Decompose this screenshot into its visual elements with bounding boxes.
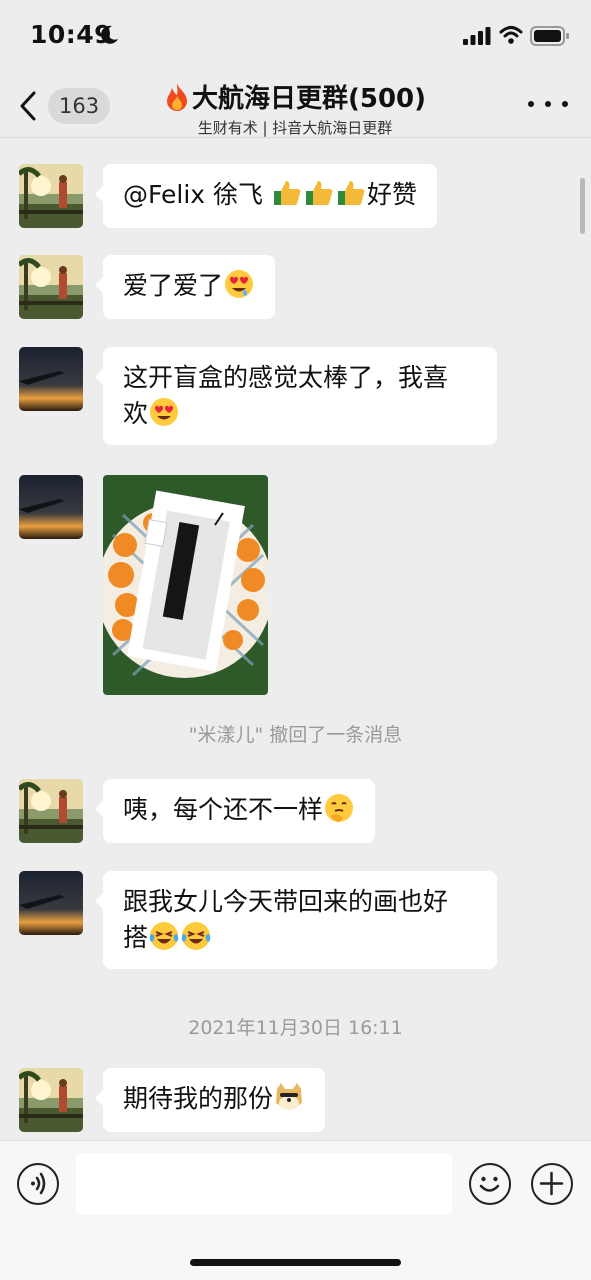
chat-title-text: 大航海日更群(500) bbox=[191, 84, 427, 114]
avatar-image bbox=[19, 779, 83, 843]
smiley-icon bbox=[479, 1176, 500, 1192]
avatar-sunset-woman[interactable] bbox=[19, 255, 83, 319]
chat-subtitle: 生财有术 | 抖音大航海日更群 bbox=[197, 118, 393, 137]
photo-content bbox=[103, 475, 268, 695]
chat-title: 大航海日更群(500) bbox=[164, 78, 426, 115]
more-actions-button[interactable] bbox=[531, 1163, 573, 1205]
avatar-image bbox=[19, 164, 83, 228]
voice-icon bbox=[31, 1172, 46, 1195]
signal-icon bbox=[463, 27, 491, 45]
avatar-airplane-sunset[interactable] bbox=[19, 871, 83, 935]
emoji-button[interactable] bbox=[469, 1163, 511, 1205]
wifi-icon bbox=[499, 26, 523, 44]
blind-box-photo[interactable] bbox=[103, 475, 268, 695]
doge-icon bbox=[276, 1083, 303, 1110]
chat-timestamp: 2021年11月30日 16:11 bbox=[188, 1017, 403, 1039]
home-indicator bbox=[190, 1259, 401, 1266]
thumbs-up-icon bbox=[273, 181, 301, 205]
laughing-tears-icon bbox=[149, 922, 179, 950]
message-text: 欢 bbox=[123, 399, 149, 428]
recall-notice: "米漾儿" 撤回了一条消息 bbox=[188, 724, 403, 746]
laughing-tears-icon bbox=[181, 922, 211, 950]
message-text: 爱了爱了 bbox=[123, 271, 224, 300]
message-text: 跟我女儿今天带回来的画也好 bbox=[123, 887, 449, 916]
status-bar: 10:49 bbox=[0, 0, 591, 72]
voice-input-button[interactable] bbox=[17, 1163, 59, 1205]
heart-eyes-drool-icon bbox=[225, 270, 254, 298]
unread-count-badge: 163 bbox=[48, 88, 111, 124]
message-text: 搭 bbox=[123, 923, 149, 952]
thumbs-up-icon bbox=[337, 181, 365, 205]
message-bubble[interactable]: 爱了爱了 bbox=[94, 255, 276, 319]
avatar-image bbox=[19, 475, 83, 539]
message-bubble[interactable]: 咦，每个还不一样 bbox=[94, 779, 376, 843]
back-button[interactable]: 163 bbox=[18, 84, 118, 128]
thumbs-up-icon bbox=[305, 181, 333, 205]
scroll-indicator bbox=[580, 178, 585, 234]
avatar-sunset-woman[interactable] bbox=[19, 164, 83, 228]
more-options-button[interactable] bbox=[528, 92, 568, 116]
message-bubble[interactable]: 跟我女儿今天带回来的画也好 搭 bbox=[95, 871, 497, 969]
message-bubble[interactable]: @Felix 徐飞 好赞 bbox=[95, 164, 437, 228]
moon-icon bbox=[101, 25, 118, 44]
chat-title-area[interactable]: 大航海日更群(500) 生财有术 | 抖音大航海日更群 bbox=[120, 78, 470, 138]
message-text: @Felix 徐飞 bbox=[123, 180, 271, 209]
heart-eyes-icon bbox=[150, 398, 179, 426]
chat-header: 163 大航海日更群(500) 生财有术 | 抖音大航海日更群 bbox=[0, 72, 591, 138]
avatar-image bbox=[19, 347, 83, 411]
avatar-sunset-woman[interactable] bbox=[19, 1068, 83, 1132]
fire-icon bbox=[166, 82, 187, 111]
battery-icon bbox=[530, 26, 569, 46]
avatar-sunset-woman[interactable] bbox=[19, 779, 83, 843]
back-chevron-icon bbox=[20, 91, 36, 121]
message-input[interactable] bbox=[76, 1153, 452, 1215]
plus-icon bbox=[539, 1171, 564, 1196]
avatar-airplane-sunset[interactable] bbox=[19, 475, 83, 539]
avatar-image bbox=[19, 871, 83, 935]
avatar-image bbox=[19, 255, 83, 319]
message-text: 咦，每个还不一样 bbox=[123, 795, 324, 824]
message-bubble[interactable]: 期待我的那份 bbox=[94, 1068, 326, 1132]
message-text: 这开盲盒的感觉太棒了，我喜 bbox=[123, 363, 449, 392]
message-text-suffix: 好赞 bbox=[366, 180, 417, 209]
avatar-image bbox=[19, 1068, 83, 1132]
message-bubble[interactable]: 这开盲盒的感觉太棒了，我喜 欢 bbox=[95, 347, 497, 445]
message-text: 期待我的那份 bbox=[123, 1084, 274, 1113]
avatar-airplane-sunset[interactable] bbox=[19, 347, 83, 411]
thinking-hand-icon bbox=[325, 794, 354, 822]
